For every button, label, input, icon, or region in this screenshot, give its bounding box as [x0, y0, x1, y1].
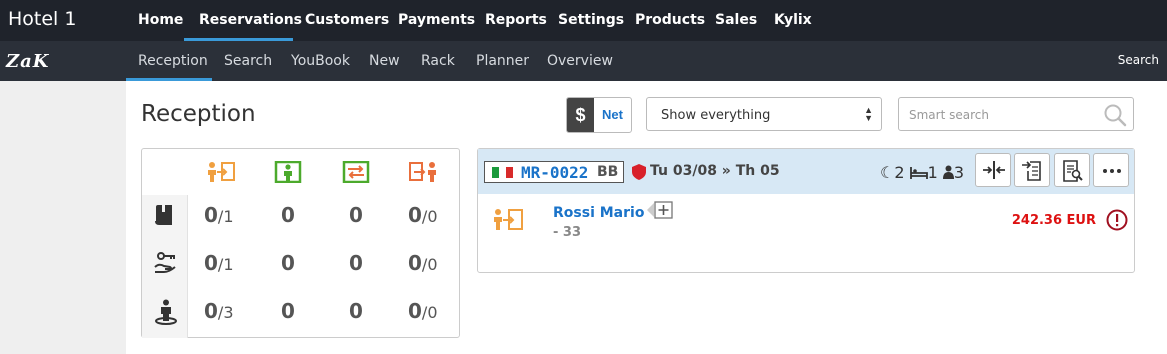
- room-move-icon: [342, 161, 370, 183]
- price-mode-toggle[interactable]: $ Net: [566, 97, 632, 133]
- expand-plus-icon[interactable]: [646, 200, 676, 220]
- departure-icon: [409, 162, 436, 182]
- subnav-planner[interactable]: Planner: [476, 41, 529, 81]
- guest-detail: - 33: [553, 225, 582, 240]
- stat-cell[interactable]: 0/1: [204, 251, 234, 275]
- guests-count: 3: [953, 163, 965, 182]
- stat-cell[interactable]: 0/0: [408, 203, 438, 227]
- checkin-action-button[interactable]: [975, 153, 1011, 187]
- zak-logo[interactable]: ZaK: [6, 51, 49, 72]
- stat-cell[interactable]: 0: [349, 251, 363, 275]
- filter-select-value: Show everything: [661, 108, 771, 123]
- reservation-header: MR-0022 BB Tu 03/08 » Th 05 ☾2 1 3: [478, 149, 1134, 194]
- reservation-dates: Tu 03/08 » Th 05: [650, 163, 780, 179]
- guest-name-link[interactable]: Rossi Mario: [553, 205, 644, 221]
- italy-flag-icon: [492, 167, 513, 178]
- nav-customers[interactable]: Customers: [305, 0, 389, 41]
- book-icon: [155, 205, 172, 225]
- board-type: BB: [597, 164, 619, 180]
- document-search-icon: [1063, 160, 1083, 182]
- stat-cell[interactable]: 0/0: [408, 251, 438, 275]
- person-icon: [942, 165, 954, 179]
- reservation-code-box[interactable]: MR-0022 BB: [484, 161, 624, 183]
- stat-cell[interactable]: 0: [349, 203, 363, 227]
- hotel-name[interactable]: Hotel 1: [8, 8, 76, 30]
- magnifier-icon[interactable]: [1103, 103, 1127, 127]
- stat-cell[interactable]: 0: [281, 203, 295, 227]
- nav-kylix[interactable]: Kylix: [774, 0, 812, 41]
- warning-icon[interactable]: [1106, 209, 1128, 231]
- subnav-rack[interactable]: Rack: [421, 41, 455, 81]
- in-house-icon: [274, 161, 302, 183]
- reservation-counts: ☾2 1 3: [880, 163, 964, 182]
- stat-cell[interactable]: 0/0: [408, 299, 438, 323]
- nav-products[interactable]: Products: [635, 0, 705, 41]
- bed-icon: [909, 167, 928, 179]
- subnav-overview[interactable]: Overview: [547, 41, 613, 81]
- stat-cell[interactable]: 0/3: [204, 299, 234, 323]
- nav-sales[interactable]: Sales: [715, 0, 757, 41]
- subnav-new[interactable]: New: [369, 41, 400, 81]
- nav-reports[interactable]: Reports: [485, 0, 547, 41]
- nav-home[interactable]: Home: [138, 0, 183, 41]
- top-navbar: Hotel 1 Home Reservations Customers Paym…: [0, 0, 1167, 41]
- arrival-icon: [208, 162, 235, 182]
- net-toggle-button[interactable]: Net: [594, 98, 631, 132]
- reception-stats-panel: 0/1 0 0 0/0 0/1 0 0 0/0 0/3 0 0 0/0: [141, 148, 460, 338]
- moon-icon: ☾: [880, 163, 895, 182]
- checkin-arrows-icon: [983, 161, 1005, 179]
- smart-search-input[interactable]: Smart search: [898, 97, 1134, 131]
- stat-cell[interactable]: 0: [349, 299, 363, 323]
- view-document-button[interactable]: [1054, 153, 1090, 187]
- main-content: Reception $ Net Show everything ▲ ▼ Smart…: [126, 81, 1167, 354]
- smart-search-placeholder: Smart search: [909, 108, 989, 122]
- stat-cell[interactable]: 0: [281, 251, 295, 275]
- header-search-link[interactable]: Search: [1118, 53, 1159, 67]
- reservation-card: MR-0022 BB Tu 03/08 » Th 05 ☾2 1 3 Rossi…: [477, 148, 1135, 273]
- stat-cell[interactable]: 0/1: [204, 203, 234, 227]
- rooms-count: 1: [927, 163, 938, 182]
- subnav-youbook[interactable]: YouBook: [291, 41, 350, 81]
- sub-navbar: ZaK Reception Search YouBook New Rack Pl…: [0, 41, 1167, 81]
- nav-payments[interactable]: Payments: [398, 0, 475, 41]
- nights-count: 2: [894, 163, 905, 182]
- amount-due: 242.36 EUR: [1011, 213, 1096, 228]
- nav-reservations[interactable]: Reservations: [199, 0, 302, 41]
- arrival-icon: [494, 209, 523, 230]
- filter-select[interactable]: Show everything ▲ ▼: [646, 97, 882, 131]
- nav-settings[interactable]: Settings: [558, 0, 624, 41]
- page-title: Reception: [141, 101, 256, 127]
- ellipsis-icon: [1103, 169, 1121, 173]
- shield-icon: [632, 164, 646, 180]
- person-standing-icon: [155, 299, 177, 325]
- reservation-code: MR-0022: [521, 163, 589, 182]
- stat-cell[interactable]: 0: [281, 299, 295, 323]
- select-arrows-icon: ▲ ▼: [864, 105, 873, 123]
- subnav-search[interactable]: Search: [224, 41, 272, 81]
- subnav-reception[interactable]: Reception: [138, 41, 208, 81]
- transfer-document-button[interactable]: [1014, 153, 1050, 187]
- more-options-button[interactable]: [1093, 153, 1129, 187]
- document-arrow-icon: [1022, 161, 1041, 181]
- currency-toggle-button[interactable]: $: [567, 98, 594, 132]
- key-hand-icon: [154, 252, 176, 273]
